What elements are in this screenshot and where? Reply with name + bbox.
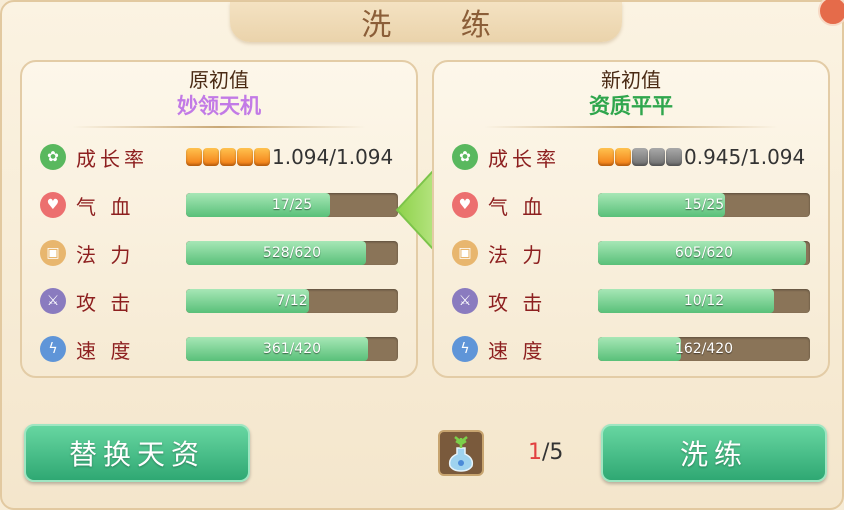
wash-label: 洗练	[679, 438, 748, 471]
aptitude-name: 妙领天机	[177, 94, 261, 118]
wash-count-current: 1	[528, 440, 542, 465]
wash-button[interactable]: 洗练	[601, 424, 827, 482]
title-ribbon: 洗 练	[230, 2, 622, 43]
stat-label: 气 血	[488, 194, 547, 219]
heart-icon: ♥	[452, 192, 478, 218]
gem-icon	[186, 148, 202, 166]
stat-row-mp: ▣ 法 力 528/620	[40, 236, 398, 270]
stat-value: 17/25	[271, 197, 313, 213]
stat-label: 速 度	[488, 338, 547, 363]
stat-label: 成长率	[76, 146, 148, 171]
lightning-icon: ϟ	[452, 336, 478, 362]
gem-icon	[254, 148, 270, 166]
stat-value: 162/420	[674, 341, 734, 357]
heart-icon: ♥	[40, 192, 66, 218]
panel-caption: 新初值	[601, 68, 661, 92]
stat-bar: 528/620	[186, 241, 398, 265]
replace-aptitude-button[interactable]: 替换天资	[24, 424, 250, 482]
stat-label: 法 力	[76, 242, 135, 267]
lightning-icon: ϟ	[40, 336, 66, 362]
sprout-icon: ✿	[40, 144, 66, 170]
stat-row-mp: ▣ 法 力 605/620	[452, 236, 810, 270]
stat-label: 法 力	[488, 242, 547, 267]
potion-icon	[448, 436, 474, 472]
dialog-title: 洗 练	[361, 8, 521, 43]
replace-aptitude-label: 替换天资	[68, 438, 205, 471]
stat-bar: 605/620	[598, 241, 810, 265]
gem-icon	[649, 148, 665, 166]
stat-row-hp: ♥ 气 血 17/25	[40, 188, 398, 222]
growth-gems	[598, 148, 682, 166]
gem-icon	[632, 148, 648, 166]
wash-item-slot[interactable]	[438, 430, 484, 476]
sword-icon: ⚔	[452, 288, 478, 314]
stat-value: 7/12	[276, 293, 308, 309]
growth-value: 1.094/1.094	[272, 145, 394, 169]
gem-icon	[237, 148, 253, 166]
stat-label: 成长率	[488, 146, 560, 171]
stat-value: 528/620	[262, 245, 322, 261]
growth-row: ✿ 成长率 1.094/1.094	[40, 140, 393, 174]
gem-icon	[598, 148, 614, 166]
scroll-icon: ▣	[40, 240, 66, 266]
stat-row-spd: ϟ 速 度 162/420	[452, 332, 810, 366]
sword-icon: ⚔	[40, 288, 66, 314]
wash-count-total: /5	[542, 440, 564, 465]
stat-value: 361/420	[262, 341, 322, 357]
sprout-icon: ✿	[452, 144, 478, 170]
close-icon[interactable]	[818, 0, 844, 26]
stat-bar: 162/420	[598, 337, 810, 361]
growth-gems	[186, 148, 270, 166]
stat-bar: 10/12	[598, 289, 810, 313]
aptitude-name: 资质平平	[589, 94, 673, 118]
stat-bar: 17/25	[186, 193, 398, 217]
stat-row-spd: ϟ 速 度 361/420	[40, 332, 398, 366]
gem-icon	[666, 148, 682, 166]
new-values-panel: 新初值 资质平平 ✿ 成长率 0.945/1.094 ♥ 气 血 15/25 ▣…	[432, 60, 830, 378]
stat-bar: 15/25	[598, 193, 810, 217]
stat-value: 10/12	[683, 293, 725, 309]
stat-value: 605/620	[674, 245, 734, 261]
stat-label: 速 度	[76, 338, 135, 363]
stat-row-hp: ♥ 气 血 15/25	[452, 188, 810, 222]
stat-bar: 7/12	[186, 289, 398, 313]
panel-caption: 原初值	[189, 68, 249, 92]
stat-row-atk: ⚔ 攻 击 10/12	[452, 284, 810, 318]
stat-row-atk: ⚔ 攻 击 7/12	[40, 284, 398, 318]
stat-label: 气 血	[76, 194, 135, 219]
divider	[484, 126, 778, 128]
growth-value: 0.945/1.094	[684, 145, 806, 169]
stat-label: 攻 击	[488, 290, 547, 315]
gem-icon	[615, 148, 631, 166]
scroll-icon: ▣	[452, 240, 478, 266]
stat-label: 攻 击	[76, 290, 135, 315]
original-values-panel: 原初值 妙领天机 ✿ 成长率 1.094/1.094 ♥ 气 血 17/25 ▣…	[20, 60, 418, 378]
growth-row: ✿ 成长率 0.945/1.094	[452, 140, 805, 174]
divider	[72, 126, 366, 128]
stat-value: 15/25	[683, 197, 725, 213]
wash-count: 1/5	[528, 440, 563, 465]
gem-icon	[220, 148, 236, 166]
wash-dialog: 洗 练 原初值 妙领天机 ✿ 成长率 1.094/1.094 ♥ 气 血 17/…	[0, 0, 844, 510]
gem-icon	[203, 148, 219, 166]
stat-bar: 361/420	[186, 337, 398, 361]
